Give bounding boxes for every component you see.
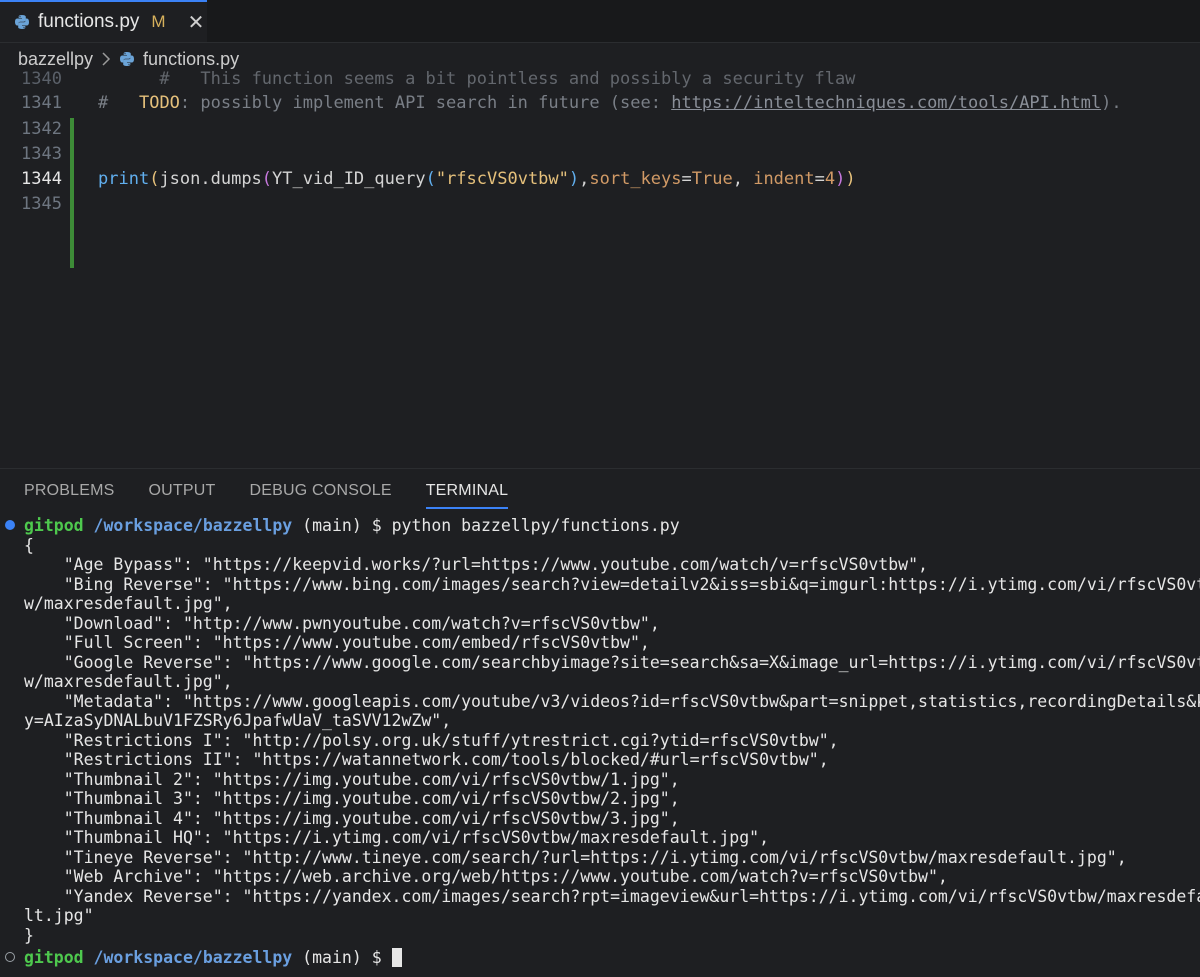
token-equals: =: [681, 168, 692, 189]
prompt-path: /workspace/bazzellpy: [93, 516, 293, 535]
terminal-output-line: "Thumbnail 2": "https://img.youtube.com/…: [24, 769, 680, 789]
modified-badge: M: [151, 12, 166, 31]
token-paren: ): [835, 168, 846, 189]
token-kwarg: indent: [753, 168, 815, 189]
comment-hash: #: [159, 68, 170, 89]
code-line[interactable]: 1342: [0, 116, 1200, 141]
close-icon[interactable]: ✕: [188, 10, 205, 35]
comment-text: This function seems a bit pointless and …: [200, 68, 856, 89]
token-json-dumps: json.dumps: [159, 168, 262, 189]
terminal-output-line: "Web Archive": "https://web.archive.org/…: [24, 867, 948, 886]
comment-text: : possibly implement API search in futur…: [179, 92, 672, 113]
line-number: 1340: [21, 68, 62, 89]
terminal-output-line: lt.jpg": [24, 906, 94, 925]
token-kwarg: sort_keys: [589, 168, 682, 189]
code-line[interactable]: 1341 # TODO: possibly implement API sear…: [0, 90, 1200, 115]
prompt-user: gitpod: [24, 948, 84, 967]
token-equals: =: [814, 168, 825, 189]
line-number: 1345: [21, 193, 62, 214]
terminal-output-line: "Yandex Reverse": "https://yandex.com/im…: [24, 886, 1200, 906]
code-editor[interactable]: 1340 # This function seems a bit pointle…: [0, 66, 1200, 462]
token-print: print: [98, 168, 150, 189]
terminal-output-line: w/maxresdefault.jpg",: [24, 594, 233, 613]
tab-problems[interactable]: PROBLEMS: [24, 469, 115, 513]
terminal-output-line: "Thumbnail 4": "https://img.youtube.com/…: [24, 808, 680, 828]
token-paren: (: [425, 168, 436, 189]
line-content: # TODO: possibly implement API search in…: [98, 93, 1122, 113]
chevron-right-icon: [102, 52, 111, 66]
token-comma: ,: [579, 168, 590, 189]
todo-tag: TODO: [138, 92, 180, 113]
line-content: print(json.dumps(YT_vid_ID_query("rfscVS…: [98, 169, 856, 189]
python-icon: [15, 15, 29, 29]
code-line[interactable]: 1340 # This function seems a bit pointle…: [0, 66, 1200, 91]
terminal-output-line: }: [24, 925, 34, 945]
terminal-prompt-line: gitpod /workspace/bazzellpy (main) $ pyt…: [24, 516, 680, 536]
prompt-branch: (main) $: [302, 516, 382, 535]
token-string: "rfscVS0vtbw": [435, 168, 569, 189]
terminal-command: python bazzellpy/functions.py: [391, 516, 680, 535]
tab-filename: functions.py: [38, 11, 140, 32]
tab-terminal[interactable]: TERMINAL: [425, 469, 509, 513]
comment-hash: #: [98, 92, 109, 113]
terminal-output-line: "Full Screen": "https://www.youtube.com/…: [24, 633, 650, 652]
code-line[interactable]: 1343: [0, 141, 1200, 166]
command-pending-icon[interactable]: [5, 952, 15, 962]
line-number: 1343: [21, 143, 62, 164]
prompt-path: /workspace/bazzellpy: [93, 948, 293, 967]
terminal-output-line: "Thumbnail HQ": "https://i.ytimg.com/vi/…: [24, 828, 770, 847]
terminal-output-line: y=AIzaSyDNALbuV1FZSRy6JpafwUaV_taSVV12wZ…: [24, 711, 452, 730]
token-paren: ): [568, 168, 580, 189]
token-number: 4: [824, 168, 836, 189]
prompt-branch: (main) $: [302, 948, 382, 967]
editor-tab-bar: functions.py M ✕: [0, 0, 1200, 43]
token-true: True: [691, 168, 733, 189]
terminal-output-line: "Thumbnail 3": "https://img.youtube.com/…: [24, 789, 680, 808]
token-fn-call: YT_vid_ID_query: [272, 168, 426, 189]
terminal[interactable]: gitpod /workspace/bazzellpy (main) $ pyt…: [0, 516, 1200, 977]
token-paren: ): [845, 168, 856, 189]
token-paren: (: [149, 168, 160, 189]
comment-link[interactable]: https://inteltechniques.com/tools/API.ht…: [671, 93, 1101, 113]
terminal-output-line: {: [24, 535, 34, 555]
token-comma: ,: [732, 168, 754, 189]
terminal-output-line: "Download": "http://www.pwnyoutube.com/w…: [24, 613, 660, 633]
terminal-output-line: "Metadata": "https://www.googleapis.com/…: [24, 691, 1200, 711]
prompt-user: gitpod: [24, 516, 84, 535]
tab-functions-py[interactable]: functions.py M ✕: [0, 0, 207, 42]
tab-debug-console[interactable]: DEBUG CONSOLE: [250, 469, 392, 513]
token-paren: (: [261, 168, 273, 189]
terminal-output-line: "Age Bypass": "https://keepvid.works/?ur…: [24, 555, 928, 574]
line-number: 1342: [21, 118, 62, 139]
terminal-output-line: "Google Reverse": "https://www.google.co…: [24, 652, 1200, 672]
panel-tabs: PROBLEMS OUTPUT DEBUG CONSOLE TERMINAL: [0, 468, 1200, 513]
line-number: 1344: [21, 168, 62, 189]
terminal-output-line: w/maxresdefault.jpg",: [24, 672, 233, 691]
python-icon: [120, 52, 135, 66]
terminal-output-line: "Restrictions II": "https://watannetwork…: [24, 750, 829, 769]
tab-output[interactable]: OUTPUT: [149, 469, 216, 513]
line-number: 1341: [21, 92, 62, 113]
terminal-cursor: [391, 948, 402, 967]
terminal-output-line: "Restrictions I": "http://polsy.org.uk/s…: [24, 730, 839, 750]
terminal-output-line: "Bing Reverse": "https://www.bing.com/im…: [24, 574, 1200, 594]
code-line-active[interactable]: 1344 print(json.dumps(YT_vid_ID_query("r…: [0, 166, 1200, 191]
code-line[interactable]: 1345: [0, 191, 1200, 216]
terminal-prompt-line: gitpod /workspace/bazzellpy (main) $: [24, 948, 402, 968]
comment-tail: ).: [1101, 92, 1122, 113]
terminal-output-line: "Tineye Reverse": "http://www.tineye.com…: [24, 847, 1127, 867]
command-success-icon[interactable]: [5, 520, 15, 530]
